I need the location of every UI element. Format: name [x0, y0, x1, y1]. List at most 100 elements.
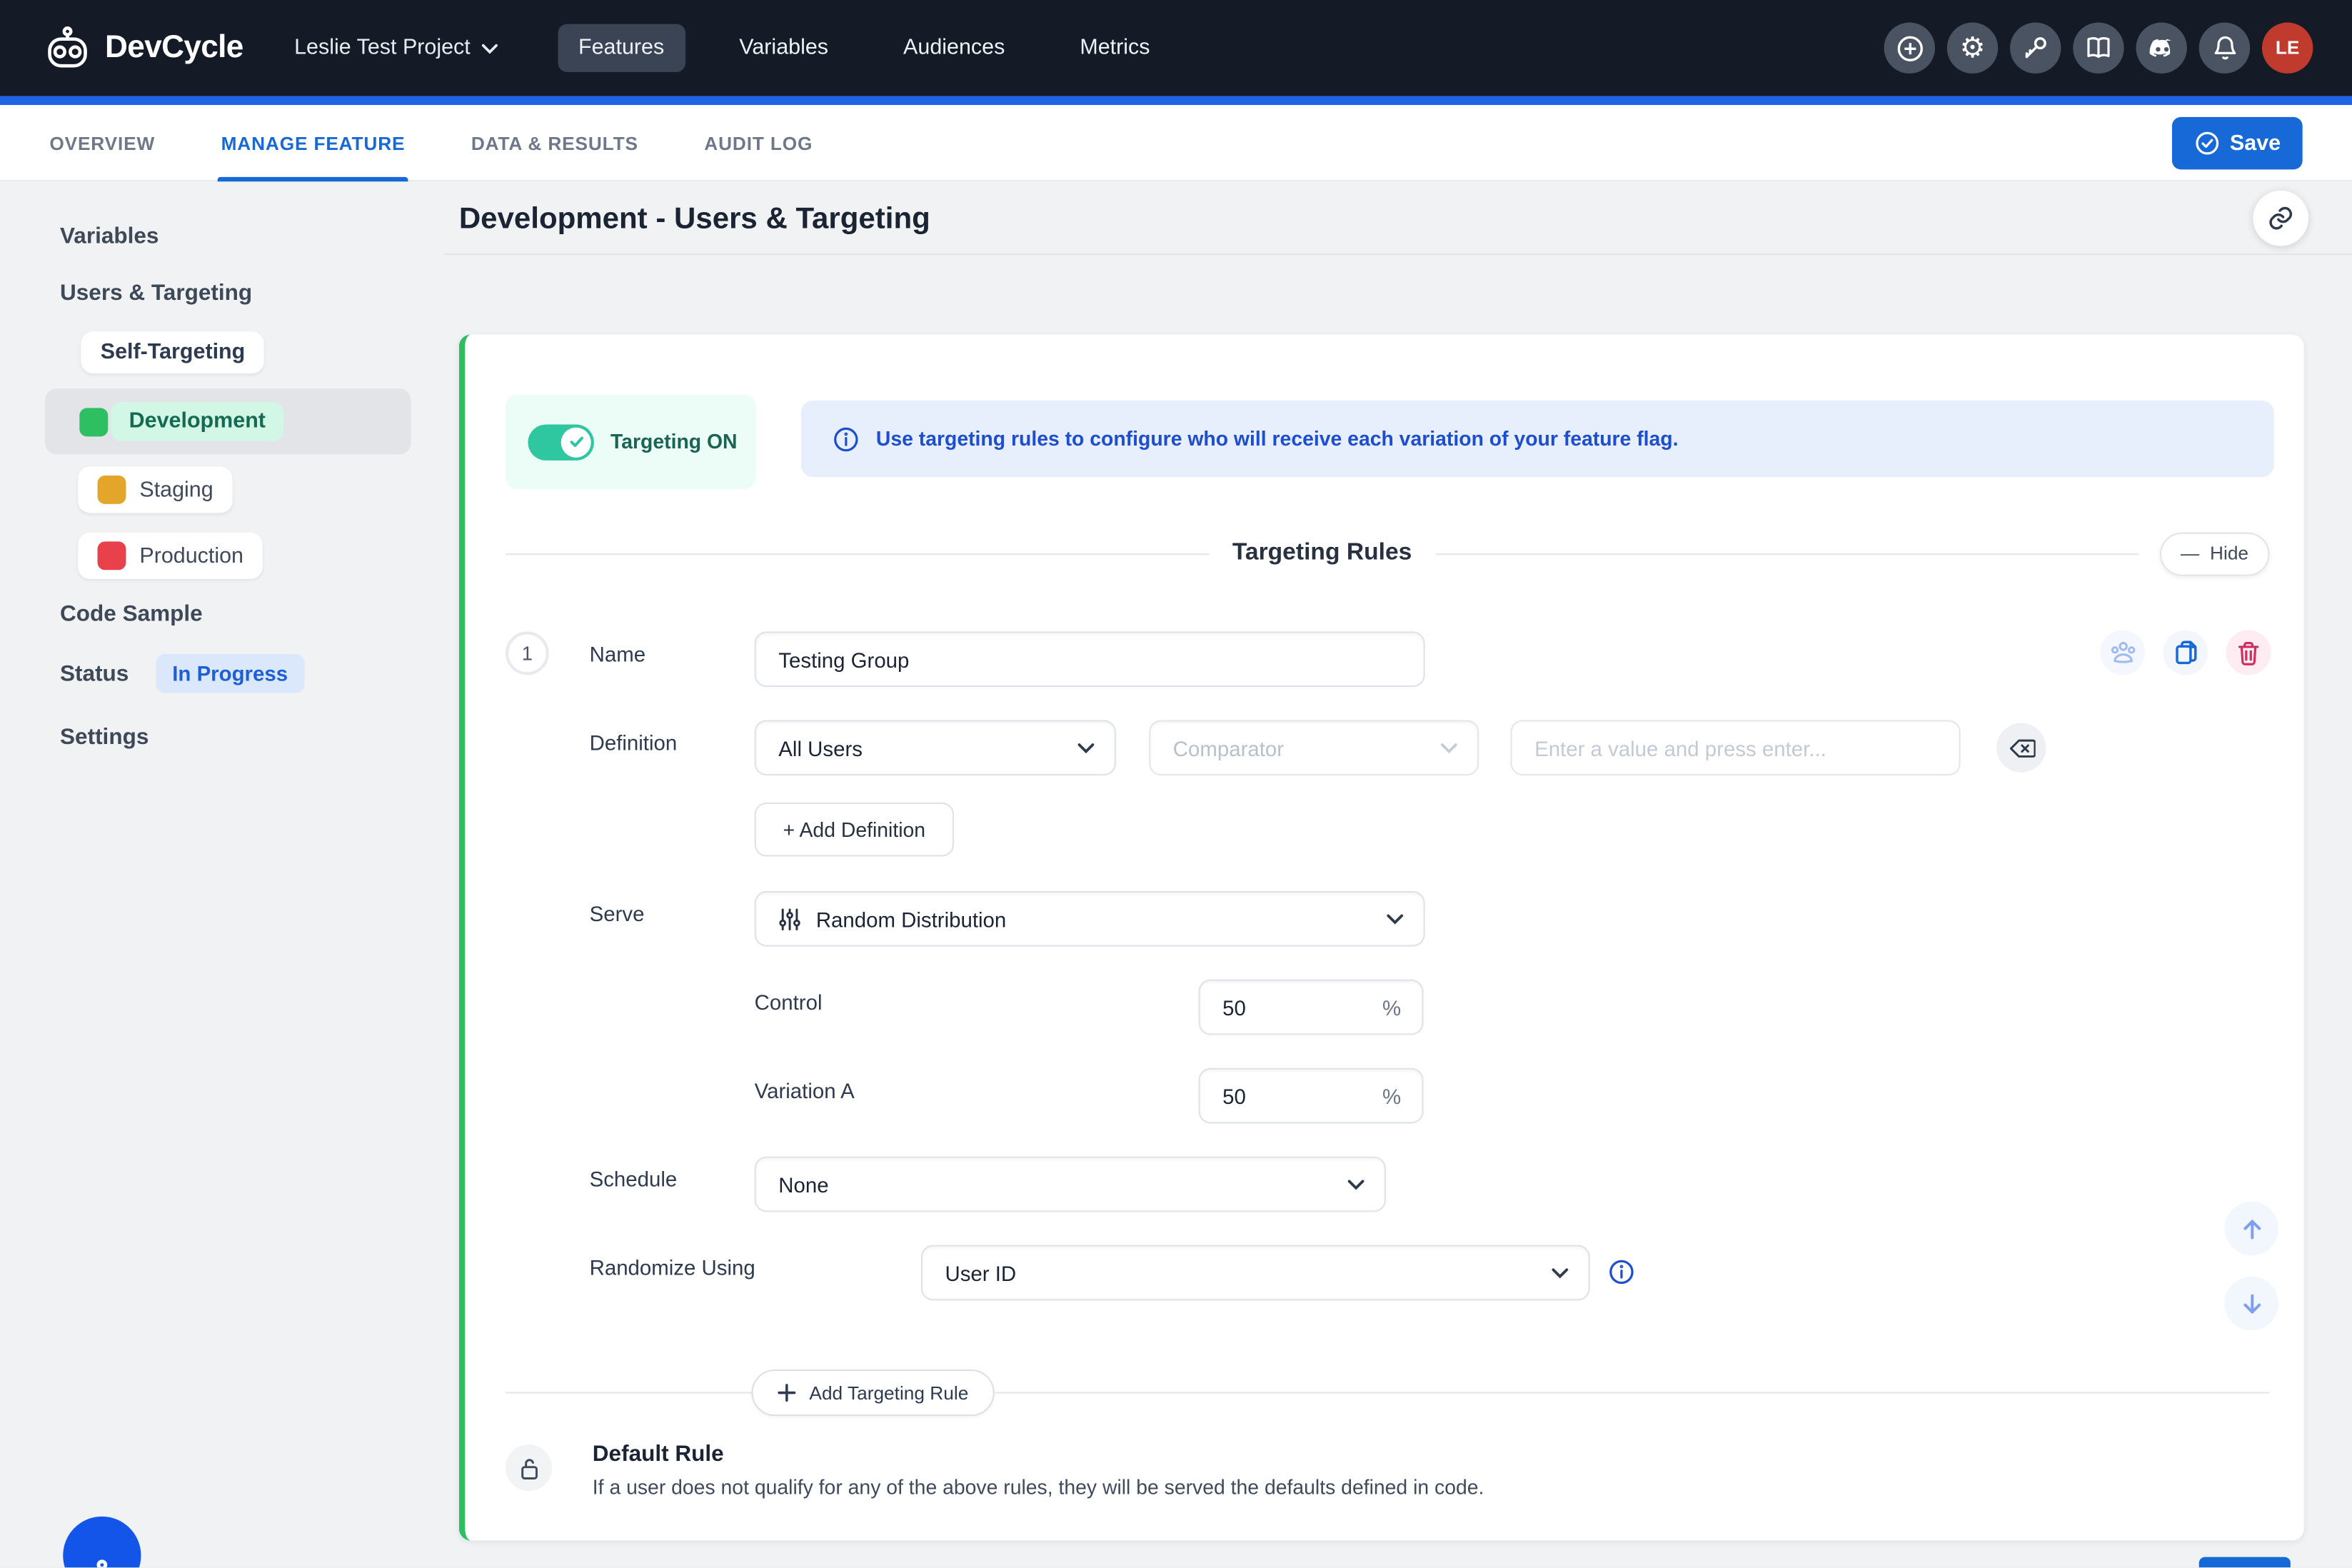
- discord-button[interactable]: [2136, 23, 2186, 74]
- hide-rules-button[interactable]: — Hide: [2160, 532, 2270, 576]
- definition-value-input[interactable]: [1512, 721, 1959, 774]
- targeting-rules-title: Targeting Rules: [1208, 540, 1436, 567]
- divider: [506, 1392, 751, 1394]
- add-targeting-rule-button[interactable]: Add Targeting Rule: [750, 1370, 994, 1416]
- definition-type-value: All Users: [778, 735, 863, 760]
- rule-actions: [2100, 630, 2271, 675]
- sidebar-env-production[interactable]: Production: [78, 533, 263, 579]
- divider: [506, 553, 1208, 554]
- info-icon: [1608, 1259, 1635, 1286]
- percent-suffix: %: [1382, 1084, 1401, 1108]
- arrow-down-icon: [2238, 1291, 2264, 1317]
- targeting-toggle-card: Targeting ON: [506, 395, 756, 489]
- sidebar-item-users-targeting[interactable]: Users & Targeting: [60, 281, 252, 306]
- env-label-staging: Staging: [139, 478, 213, 502]
- create-new-button[interactable]: [1884, 23, 1935, 74]
- targeting-rules-header: Targeting Rules — Hide: [506, 522, 2269, 585]
- hidden-bottom-button-edge[interactable]: [2199, 1557, 2291, 1568]
- control-percent-input[interactable]: [1200, 981, 1350, 1034]
- docs-button[interactable]: [2073, 23, 2124, 74]
- tab-manage-feature[interactable]: MANAGE FEATURE: [221, 105, 406, 181]
- tab-overview[interactable]: OVERVIEW: [49, 105, 155, 181]
- devcycle-robot-icon: [75, 1559, 129, 1568]
- bell-icon: [2212, 34, 2238, 61]
- sidebar-item-settings[interactable]: Settings: [60, 725, 149, 750]
- default-rule-title: Default Rule: [593, 1442, 724, 1467]
- sidebar-item-self-targeting[interactable]: Self-Targeting: [81, 331, 264, 373]
- nav-utility-cluster: ⚙ LE: [1884, 23, 2313, 74]
- nav-item-metrics[interactable]: Metrics: [1059, 24, 1171, 72]
- rule-name-field: [755, 631, 1425, 687]
- chevron-down-icon: [1440, 742, 1458, 754]
- page-body: Variables Users & Targeting Self-Targeti…: [0, 181, 2352, 1567]
- book-icon: [2085, 36, 2112, 60]
- toggle-check-icon: [561, 427, 591, 457]
- discord-icon: [2147, 36, 2176, 59]
- sidebar-status-row: Status In Progress: [60, 654, 304, 693]
- schedule-select[interactable]: None: [755, 1157, 1386, 1212]
- copy-link-button[interactable]: [2253, 191, 2308, 246]
- save-button[interactable]: Save: [2172, 117, 2303, 170]
- schedule-value: None: [778, 1172, 828, 1197]
- targeting-toggle-label: Targeting ON: [610, 431, 738, 453]
- chevron-down-icon: [1551, 1267, 1569, 1279]
- viewport: DevCycle Leslie Test Project Features Va…: [0, 0, 2352, 1568]
- add-rule-row: Add Targeting Rule: [506, 1370, 2269, 1416]
- add-targeting-rule-label: Add Targeting Rule: [809, 1382, 968, 1403]
- serve-label: Serve: [590, 902, 645, 926]
- comparator-select[interactable]: Comparator: [1149, 720, 1479, 775]
- distribution-variation-a-label: Variation A: [755, 1078, 855, 1102]
- chevron-down-icon: [1077, 742, 1095, 754]
- info-banner: Use targeting rules to configure who wil…: [801, 401, 2274, 477]
- distribution-control-label: Control: [755, 990, 823, 1015]
- content-column: Development - Users & Targeting Targetin…: [444, 181, 2352, 1567]
- add-definition-button[interactable]: + Add Definition: [755, 803, 954, 857]
- duplicate-rule-button[interactable]: [2163, 630, 2208, 675]
- divider: [994, 1392, 2269, 1394]
- hide-label: Hide: [2210, 543, 2248, 563]
- copy-icon: [2173, 639, 2198, 666]
- sidebar-item-code-sample[interactable]: Code Sample: [60, 601, 203, 627]
- brand-logo[interactable]: DevCycle: [42, 26, 243, 71]
- rule-name-input[interactable]: [756, 633, 1424, 686]
- schedule-label: Schedule: [590, 1167, 678, 1191]
- env-color-swatch-staging: [98, 476, 126, 504]
- tab-data-results[interactable]: DATA & RESULTS: [471, 105, 638, 181]
- serve-select[interactable]: Random Distribution: [755, 891, 1425, 947]
- sidebar-env-development[interactable]: Development: [45, 388, 411, 454]
- sidebar-item-variables[interactable]: Variables: [60, 223, 159, 249]
- arrow-up-icon: [2238, 1216, 2264, 1242]
- check-circle-icon: [2194, 131, 2220, 156]
- devcycle-robot-icon: [42, 26, 93, 71]
- nav-item-audiences[interactable]: Audiences: [883, 24, 1026, 72]
- nav-item-features[interactable]: Features: [558, 24, 685, 72]
- variation-a-percent-input[interactable]: [1200, 1070, 1350, 1122]
- sidebar-env-staging[interactable]: Staging: [78, 466, 233, 513]
- delete-rule-button[interactable]: [2226, 630, 2271, 675]
- nav-item-variables[interactable]: Variables: [718, 24, 850, 72]
- notifications-button[interactable]: [2199, 23, 2250, 74]
- info-icon: [833, 426, 860, 453]
- definition-type-select[interactable]: All Users: [755, 720, 1116, 775]
- randomize-using-select[interactable]: User ID: [921, 1245, 1590, 1301]
- chevron-down-icon: [481, 43, 497, 54]
- definition-label: Definition: [590, 730, 678, 755]
- user-avatar[interactable]: LE: [2262, 23, 2313, 74]
- rule-number-badge: 1: [506, 631, 549, 675]
- move-rule-up-button[interactable]: [2224, 1202, 2278, 1256]
- key-icon: [2022, 34, 2049, 61]
- devcycle-app: DevCycle Leslie Test Project Features Va…: [0, 0, 2352, 1567]
- project-name: Leslie Test Project: [294, 36, 471, 60]
- settings-button[interactable]: ⚙: [1947, 23, 1998, 74]
- randomize-info-button[interactable]: [1608, 1259, 1635, 1286]
- clear-definition-button[interactable]: [1996, 723, 2046, 773]
- tab-audit-log[interactable]: AUDIT LOG: [704, 105, 813, 181]
- project-selector[interactable]: Leslie Test Project: [294, 36, 497, 60]
- variation-a-percent-field: %: [1199, 1068, 1424, 1124]
- targeting-toggle[interactable]: [528, 423, 593, 459]
- move-rule-down-button[interactable]: [2224, 1277, 2278, 1331]
- audience-users-button[interactable]: [2100, 630, 2145, 675]
- targeting-card: Targeting ON Use targeting rules to conf…: [459, 334, 2304, 1540]
- api-keys-button[interactable]: [2010, 23, 2061, 74]
- plus-icon: [776, 1383, 795, 1402]
